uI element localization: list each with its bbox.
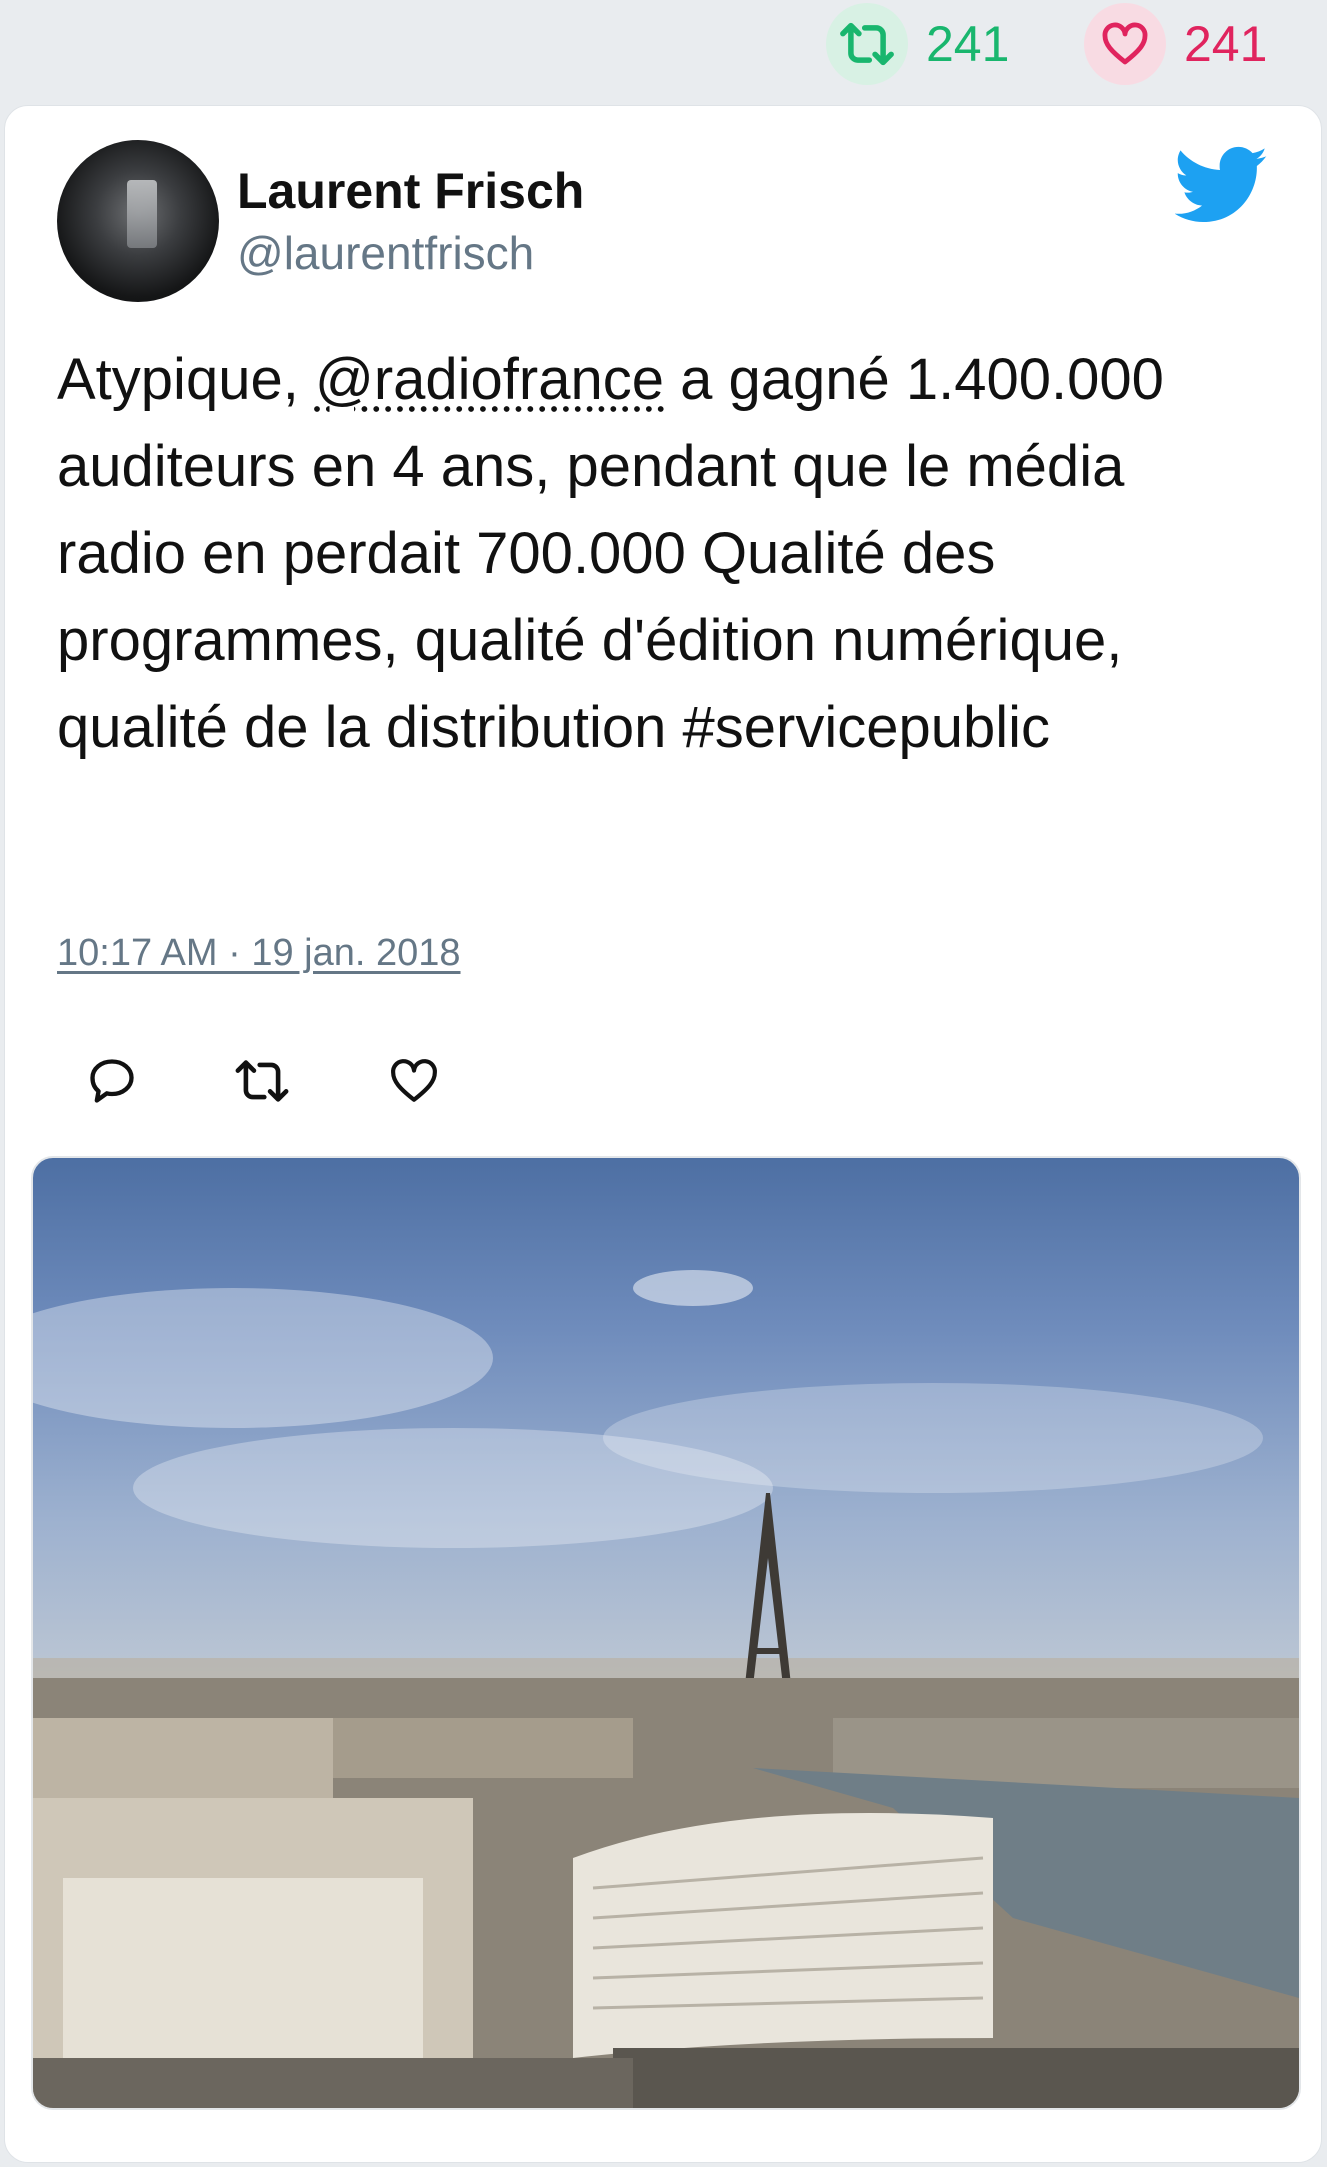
- tweet-actions: [57, 1046, 557, 1116]
- mention-link[interactable]: @radiofrance: [315, 347, 664, 412]
- retweet-stat[interactable]: 241: [826, 3, 1010, 85]
- author-name[interactable]: Laurent Frisch: [237, 162, 584, 220]
- tweet-text-start: Atypique,: [57, 347, 315, 412]
- like-button[interactable]: [379, 1046, 449, 1116]
- avatar[interactable]: [57, 140, 219, 302]
- tweet-card: Laurent Frisch @laurentfrisch Atypique, …: [4, 105, 1322, 2163]
- twitter-bird-icon[interactable]: [1174, 146, 1269, 226]
- retweet-icon: [826, 3, 908, 85]
- reply-button[interactable]: [77, 1046, 147, 1116]
- retweet-count: 241: [926, 16, 1010, 72]
- like-stat[interactable]: 241: [1084, 3, 1268, 85]
- heart-icon: [391, 1059, 437, 1102]
- engagement-bar: 241 241: [0, 0, 1327, 96]
- author-handle[interactable]: @laurentfrisch: [237, 226, 534, 280]
- retweet-button[interactable]: [227, 1046, 297, 1116]
- reply-icon: [90, 1059, 134, 1103]
- like-count: 241: [1184, 16, 1268, 72]
- tweet-text: Atypique, @radiofrance a gagné 1.400.000…: [57, 336, 1267, 771]
- paris-skyline-image: [33, 1270, 1299, 2108]
- tweet-photo[interactable]: [31, 1156, 1301, 2110]
- heart-icon: [1084, 3, 1166, 85]
- retweet-icon: [235, 1060, 289, 1102]
- tweet-timestamp[interactable]: 10:17 AM · 19 jan. 2018: [57, 932, 461, 975]
- avatar-image: [127, 180, 157, 248]
